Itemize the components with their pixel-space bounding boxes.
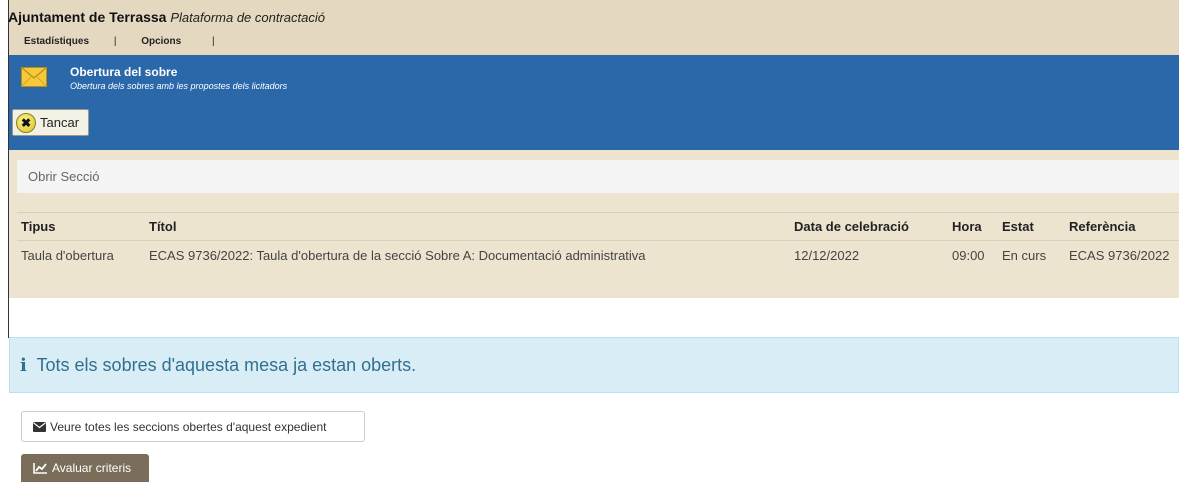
info-icon: i <box>20 355 27 376</box>
menu-item-opcions[interactable]: Opcions <box>141 36 181 47</box>
platform-name: Plataforma de contractació <box>170 10 325 25</box>
cell-estat: En curs <box>1002 247 1047 263</box>
banner-subtitle: Obertura dels sobres amb les propostes d… <box>70 81 288 91</box>
cell-tipus: Taula d'obertura <box>21 247 114 263</box>
cell-titol: ECAS 9736/2022: Taula d'obertura de la s… <box>149 247 646 263</box>
column-header-hora: Hora <box>948 212 998 241</box>
column-header-data: Data de celebració <box>790 212 948 241</box>
open-section-bar[interactable]: Obrir Secció <box>17 160 1179 193</box>
table-row[interactable]: Taula d'obertura ECAS 9736/2022: Taula d… <box>17 241 1179 270</box>
close-button[interactable]: ✖ Tancar <box>12 109 89 136</box>
page-banner: Obertura del sobre Obertura dels sobres … <box>9 55 1179 150</box>
view-all-sections-label: Veure totes les seccions obertes d'aques… <box>50 419 327 434</box>
info-alert: i Tots els sobres d'aquesta mesa ja esta… <box>9 337 1179 393</box>
top-menu: Estadístiques | Opcions | <box>24 36 215 47</box>
menu-separator: | <box>113 36 117 47</box>
menu-separator: | <box>212 36 215 47</box>
session-panel: Obrir Secció Tipus Títol Data de celebra… <box>9 150 1179 298</box>
envelope-icon <box>33 421 46 432</box>
column-header-referencia: Referència <box>1065 212 1179 241</box>
line-chart-icon <box>33 463 47 474</box>
close-button-label: Tancar <box>40 115 80 130</box>
column-header-tipus: Tipus <box>17 212 145 241</box>
cell-hora: 09:00 <box>952 247 985 263</box>
menu-item-estadistiques[interactable]: Estadístiques <box>24 36 89 47</box>
evaluate-criteria-button[interactable]: Avaluar criteris <box>21 454 149 482</box>
evaluate-criteria-label: Avaluar criteris <box>52 461 132 475</box>
table-header-row: Tipus Títol Data de celebració Hora Esta… <box>17 212 1179 241</box>
sessions-table: Tipus Títol Data de celebració Hora Esta… <box>17 212 1179 270</box>
cell-referencia: ECAS 9736/2022 <box>1069 247 1170 263</box>
close-icon: ✖ <box>16 112 36 133</box>
column-header-titol: Títol <box>145 212 790 241</box>
alert-text: Tots els sobres d'aquesta mesa ja estan … <box>36 355 417 375</box>
cell-data: 12/12/2022 <box>794 247 860 263</box>
org-name: Ajuntament de Terrassa <box>8 9 167 25</box>
banner-title: Obertura del sobre <box>70 65 178 79</box>
column-header-estat: Estat <box>998 212 1065 241</box>
brand: Ajuntament de Terrassa Plataforma de con… <box>8 9 325 25</box>
envelope-icon <box>21 67 47 87</box>
view-all-sections-button[interactable]: Veure totes les seccions obertes d'aques… <box>21 411 365 442</box>
